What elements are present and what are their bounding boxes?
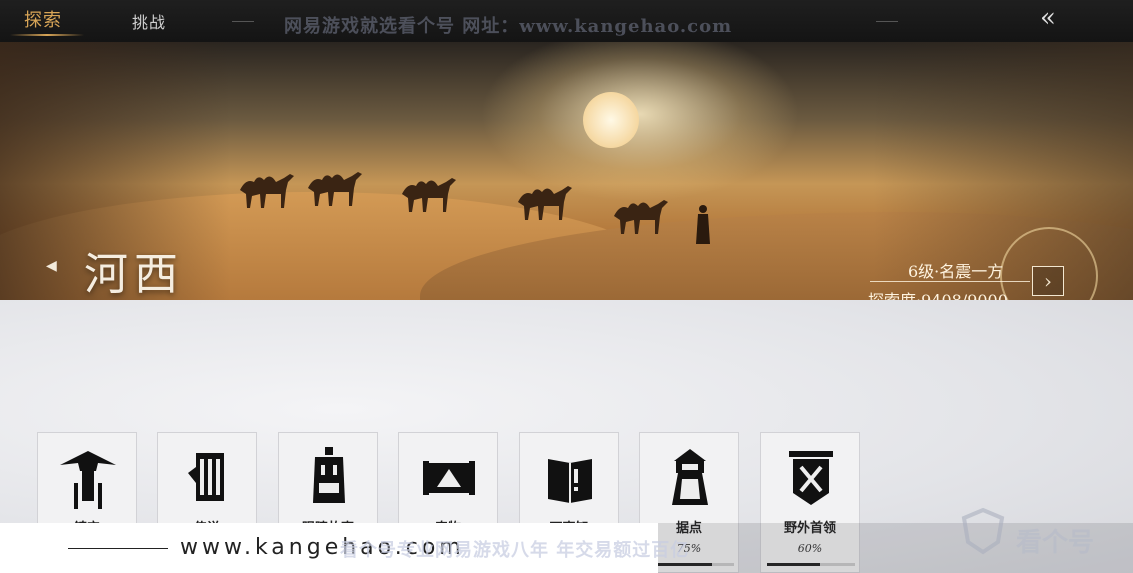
watermark-slogan: 看个号专业网易游戏八年 年交易额过百亿: [340, 540, 690, 561]
watermark-text: 网易游戏就选看个号 网址：www.kangehao.com: [284, 16, 733, 37]
watermark-logo: 看个号: [1016, 528, 1095, 558]
previous-region-button[interactable]: ◀: [46, 258, 57, 274]
exploration-progress: 探索度·9408/9000: [868, 287, 1008, 300]
sun: [583, 92, 639, 148]
camel-silhouette: [518, 186, 572, 220]
watchtower-icon: [672, 449, 708, 505]
camel-silhouette: [308, 172, 362, 206]
map-scroll-icon: [423, 461, 475, 495]
camel-silhouette: [240, 174, 294, 208]
region-detail-button[interactable]: ›: [1032, 266, 1064, 296]
active-tab-underline: [10, 34, 84, 36]
scroll-icon: [188, 453, 224, 501]
region-rank: 6级·名震一方: [908, 262, 1004, 281]
back-button[interactable]: «: [1028, 4, 1068, 32]
camel-silhouette: [614, 200, 668, 234]
rank-divider: [870, 281, 1030, 282]
sky-glow: [480, 42, 800, 202]
tab-explore[interactable]: 探索: [24, 6, 62, 32]
tab-challenge[interactable]: 挑战: [132, 9, 166, 33]
book-icon: [548, 459, 592, 503]
traveler-silhouette: [696, 205, 710, 244]
hat-icon: [60, 451, 116, 509]
crossed-swords-icon: [789, 451, 833, 505]
bell-icon: [313, 447, 345, 503]
double-chevron-left-icon: «: [1040, 3, 1056, 33]
chevron-right-icon: ›: [1044, 269, 1052, 293]
region-banner: ◀ 河西 ••• 6级·名震一方 探索度·9408/9000 ›: [0, 42, 1133, 300]
camel-silhouette: [402, 178, 456, 212]
top-bar: 探索 挑战 网易游戏就选看个号 网址：www.kangehao.com «: [0, 0, 1133, 42]
watermark-line: [68, 548, 168, 549]
shield-logo-icon: [961, 507, 1005, 555]
divider-ornament: [876, 21, 898, 22]
divider-ornament: [232, 21, 254, 22]
region-name: 河西: [84, 249, 184, 300]
